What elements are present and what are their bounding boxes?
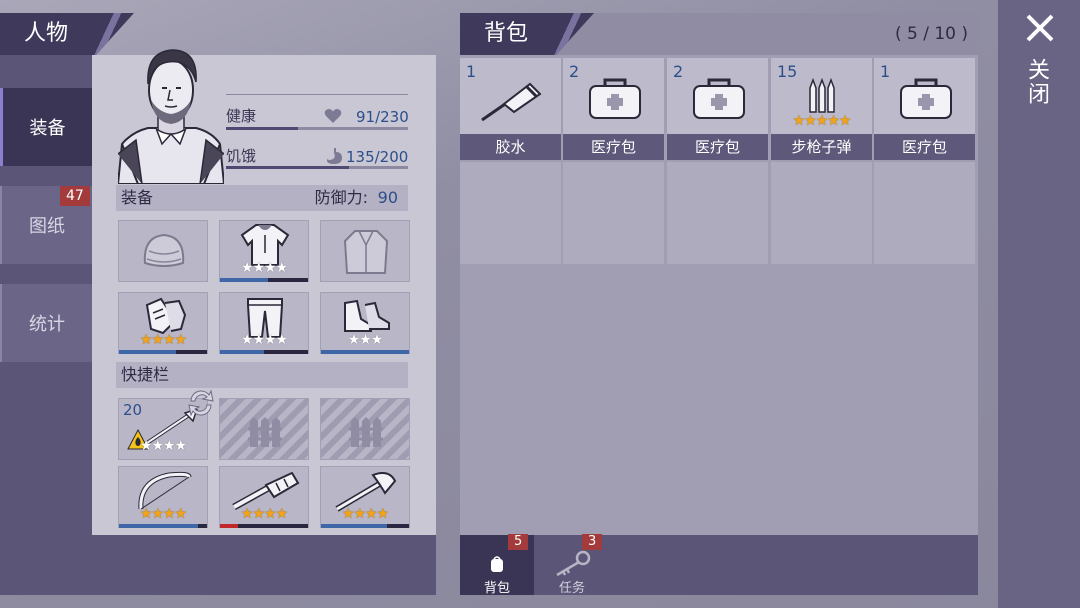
item-count: 1	[880, 62, 891, 81]
hunger-label: 饥饿	[226, 147, 257, 165]
hat-icon	[143, 233, 185, 267]
backpack-icon	[491, 556, 503, 572]
hunger-bar	[226, 166, 408, 169]
equip-slot-pants[interactable]: ★★★★	[219, 292, 309, 354]
tab-equipment[interactable]: 装备	[0, 88, 92, 166]
ammo-stars: ★★★★★	[792, 113, 852, 129]
backpack-slot-3[interactable]: 2 医疗包	[667, 58, 768, 160]
item-label: 步枪子弹	[771, 134, 872, 160]
backpack-tab-badge: 5	[508, 534, 529, 550]
defense-value: 90	[377, 188, 398, 207]
heart-icon	[324, 109, 342, 123]
pants-durability	[220, 350, 308, 354]
close-label[interactable]: 关闭	[1024, 58, 1052, 106]
backpack-slot-2[interactable]: 2 医疗包	[563, 58, 664, 160]
stomach-icon	[326, 148, 342, 164]
health-bar-fill	[226, 127, 299, 130]
tasks-tab-badge: 3	[582, 534, 603, 550]
health-bar	[226, 127, 408, 130]
pants-stars: ★★★★	[240, 332, 288, 348]
rifle-ammo-icon	[809, 78, 835, 113]
footer-tab-backpack-label: 背包	[483, 581, 510, 596]
bow-stars: ★★★★	[139, 506, 187, 522]
backpack-slot-7[interactable]	[563, 162, 664, 264]
backpack-slot-6[interactable]	[460, 162, 561, 264]
health-value: 91/230	[356, 108, 409, 126]
item-label: 医疗包	[563, 134, 664, 160]
item-label: 医疗包	[874, 134, 975, 160]
spear-count: 20	[123, 401, 143, 419]
medkit-icon	[589, 78, 641, 119]
quick-slot-spear[interactable]: 20 ★★★★	[118, 389, 214, 460]
spear-stars: ★★★★	[139, 438, 187, 454]
quick-slot-bow[interactable]: ★★★★	[118, 466, 208, 528]
medkit-icon	[693, 78, 745, 119]
backpack-slot-9[interactable]	[771, 162, 872, 264]
equip-slot-boots[interactable]: ★★★	[320, 292, 410, 354]
backpack-slot-10[interactable]	[874, 162, 975, 264]
tab-blueprints-label: 图纸	[29, 216, 65, 237]
health-label: 健康	[226, 107, 257, 125]
key-icon	[556, 550, 591, 577]
gloves-icon	[145, 297, 187, 335]
club-durability	[220, 524, 308, 528]
shirt-stars: ★★★★	[240, 260, 288, 276]
axe-stars: ★★★★	[341, 506, 389, 522]
item-count: 2	[569, 62, 580, 81]
swap-icon[interactable]	[185, 387, 217, 419]
backpack-slot-5[interactable]: 1 医疗包	[874, 58, 975, 160]
close-icon[interactable]	[1024, 12, 1056, 44]
item-count: 15	[777, 62, 798, 81]
medkit-icon	[900, 78, 952, 119]
boots-stars: ★★★	[347, 332, 384, 348]
locked-slot-icon	[349, 417, 383, 447]
stats-divider	[226, 94, 408, 95]
footer-tab-tasks-label: 任务	[558, 581, 585, 596]
blueprints-badge: 47	[60, 186, 90, 206]
quickbar-title: 快捷栏	[121, 365, 170, 384]
backpack-slot-4[interactable]: 15 ★★★★★ 步枪子弹	[771, 58, 872, 160]
tab-equipment-label: 装备	[29, 118, 66, 139]
axe-durability	[321, 524, 409, 528]
item-count: 1	[466, 62, 477, 81]
quickbar-section-header: 快捷栏	[116, 362, 408, 388]
equipment-title: 装备	[121, 188, 154, 207]
gloves-stars: ★★★★	[139, 332, 187, 348]
character-panel-footer	[92, 535, 436, 595]
quick-slot-axe[interactable]: ★★★★	[320, 466, 410, 528]
quick-slot-locked-1[interactable]	[219, 398, 309, 460]
backpack-slot-8[interactable]	[667, 162, 768, 264]
quick-slot-locked-2[interactable]	[320, 398, 410, 460]
equip-slot-hat[interactable]	[118, 220, 208, 282]
defense-label: 防御力:	[314, 188, 368, 207]
equipment-section-header: 装备 90 防御力:	[116, 185, 408, 211]
item-label: 医疗包	[667, 134, 768, 160]
glue-tube-icon	[481, 82, 542, 122]
locked-slot-icon	[248, 417, 282, 447]
tab-stats[interactable]: 统计	[0, 284, 92, 362]
equip-slot-jacket[interactable]	[320, 220, 410, 282]
item-count: 2	[673, 62, 684, 81]
gloves-durability	[119, 350, 207, 354]
boots-durability	[321, 350, 409, 354]
hunger-value: 135/200	[346, 148, 409, 166]
club-stars: ★★★★	[240, 506, 288, 522]
quick-slot-club[interactable]: ★★★★	[219, 466, 309, 528]
hunger-bar-fill	[226, 166, 349, 169]
equip-slot-shirt[interactable]: ★★★★	[219, 220, 309, 282]
jacket-icon	[343, 230, 389, 274]
backpack-slot-1[interactable]: 1 胶水	[460, 58, 561, 160]
backpack-capacity: ( 5 / 10 )	[894, 24, 968, 44]
bow-durability	[119, 524, 207, 528]
character-portrait	[118, 49, 224, 184]
tab-stats-label: 统计	[29, 314, 65, 335]
item-label: 胶水	[460, 134, 561, 160]
equip-slot-gloves[interactable]: ★★★★	[118, 292, 208, 354]
club-icon	[232, 471, 300, 511]
shirt-durability	[220, 278, 308, 282]
